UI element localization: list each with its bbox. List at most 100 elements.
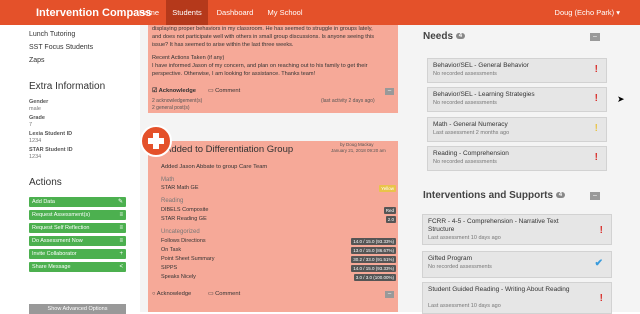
- group-link-lunch-tutoring[interactable]: Lunch Tutoring: [29, 31, 75, 38]
- share-message-button[interactable]: Share Message <: [29, 262, 126, 272]
- check-icon: ✔: [594, 258, 603, 269]
- field-value: 1234: [29, 154, 42, 160]
- need-title: Reading - Comprehension: [433, 150, 509, 157]
- field-value: male: [29, 106, 41, 112]
- top-navbar: Intervention Compass Home Students Dashb…: [0, 0, 640, 25]
- intervention-status: Last assessment 10 days ago: [428, 235, 501, 241]
- ack-count: 2 acknowledgement(s): [152, 98, 203, 104]
- right-sidebar: Needs 4 – Behavior/SEL - General Behavio…: [405, 25, 640, 314]
- check-icon: ☑: [152, 88, 159, 94]
- nav-dashboard[interactable]: Dashboard: [210, 0, 260, 25]
- action-label: Request Assessment(s): [32, 212, 91, 218]
- score-badge: 30.2 / 33.0 (91.51%): [351, 256, 396, 263]
- action-label: Share Message: [32, 264, 71, 270]
- score-badge: 14.0 / 15.0 (93.33%): [351, 238, 396, 245]
- intervention-title: Gifted Program: [428, 255, 473, 262]
- field-value: 7: [29, 122, 33, 128]
- need-status: No recorded assessments: [433, 100, 497, 106]
- field-label: Gender: [29, 99, 49, 105]
- concern-post-card: displaying proper behaviors in my classr…: [148, 25, 398, 113]
- group-link-sst-focus[interactable]: SST Focus Students: [29, 44, 93, 51]
- field-label: Grade: [29, 115, 45, 121]
- section-math: Math: [161, 177, 175, 183]
- alert-icon: !: [599, 293, 603, 304]
- section-reading: Reading: [161, 198, 184, 204]
- score-row: Follows Directions 14.0 / 15.0 (93.33%): [161, 238, 396, 246]
- need-status: Last assessment 2 months ago: [433, 130, 510, 136]
- score-badge: 3.0 / 3.0 (100.00%): [353, 274, 396, 281]
- action-label: Request Self Reflection: [32, 225, 90, 231]
- post-body-line: Recent Actions Taken (if any): [152, 55, 225, 61]
- comment-button[interactable]: ▭ Comment: [208, 291, 240, 297]
- need-item[interactable]: Behavior/SEL - General Behavior No recor…: [427, 58, 607, 83]
- acknowledge-label: Acknowledge: [156, 291, 192, 297]
- nav-my-school[interactable]: My School: [262, 0, 308, 25]
- collapse-button[interactable]: –: [385, 88, 394, 95]
- list-icon: ≡: [119, 212, 123, 218]
- action-label: Add Data: [32, 199, 55, 205]
- post-body-line: perspective. Otherwise, I am looking for…: [152, 71, 316, 77]
- score-name: Follows Directions: [161, 238, 206, 244]
- collapse-interventions-button[interactable]: –: [590, 192, 600, 200]
- comment-label: Comment: [215, 291, 241, 297]
- post-body-line: I have informed Jason of my concern, and…: [152, 63, 368, 69]
- extra-info-heading: Extra Information: [29, 81, 106, 92]
- nav-students[interactable]: Students: [166, 0, 208, 25]
- needs-count: 4: [455, 33, 466, 40]
- needs-title: Needs: [423, 31, 454, 42]
- left-sidebar: Lunch Tutoring SST Focus Students Zaps E…: [0, 25, 140, 312]
- need-status: No recorded assessments: [433, 159, 497, 165]
- collapse-needs-button[interactable]: –: [590, 33, 600, 41]
- comment-label: Comment: [215, 88, 241, 94]
- acknowledge-button[interactable]: ☑ Acknowledge: [152, 88, 196, 94]
- show-advanced-options-button[interactable]: Show Advanced Options: [29, 304, 126, 314]
- intervention-item[interactable]: Gifted Program No recorded assessments ✔: [422, 251, 612, 278]
- warning-icon: !: [594, 123, 598, 134]
- score-badge: 2.0: [385, 216, 396, 223]
- last-activity: (last activity 2 days ago): [321, 98, 375, 104]
- field-label: Lexia Student ID: [29, 131, 73, 137]
- event-author: by Doug Mackay: [340, 142, 374, 147]
- need-item[interactable]: Math - General Numeracy Last assessment …: [427, 117, 607, 142]
- acknowledge-button[interactable]: ○ Acknowledge: [152, 291, 191, 297]
- alert-icon: !: [594, 93, 598, 104]
- post-body-line: issue? It has seemed to arise within the…: [152, 42, 294, 48]
- share-icon: <: [119, 264, 123, 270]
- need-item[interactable]: Reading - Comprehension No recorded asse…: [427, 146, 607, 171]
- group-link-zaps[interactable]: Zaps: [29, 57, 45, 64]
- collapse-button[interactable]: –: [385, 291, 394, 298]
- invite-collaborator-button[interactable]: Invite Collaborator +: [29, 249, 126, 259]
- do-assessment-now-button[interactable]: Do Assessment Now ≡: [29, 236, 126, 246]
- request-self-reflection-button[interactable]: Request Self Reflection ≡: [29, 223, 126, 233]
- score-name: SIPPS: [161, 265, 178, 271]
- intervention-status: No recorded assessments: [428, 264, 492, 270]
- nav-home[interactable]: Home: [133, 0, 165, 25]
- action-label: Do Assessment Now: [32, 238, 83, 244]
- score-row: DIBELS Composite Red: [161, 207, 396, 215]
- intervention-item[interactable]: Student Guided Reading - Writing About R…: [422, 282, 612, 314]
- score-row: STAR Math GE Yellow: [161, 185, 396, 193]
- score-badge: 14.0 / 15.0 (93.33%): [351, 265, 396, 272]
- need-title: Behavior/SEL - General Behavior: [433, 62, 529, 69]
- intervention-title: Student Guided Reading - Writing About R…: [428, 286, 570, 293]
- score-name: STAR Reading GE: [161, 216, 207, 222]
- section-uncategorized: Uncategorized: [161, 229, 200, 235]
- score-row: Point Sheet Summary 30.2 / 33.0 (91.51%): [161, 256, 396, 264]
- alert-icon: !: [594, 152, 598, 163]
- need-title: Math - General Numeracy: [433, 121, 508, 128]
- acknowledge-label: Acknowledge: [158, 88, 196, 94]
- mouse-cursor-icon: ➤: [617, 94, 625, 104]
- request-assessment-button[interactable]: Request Assessment(s) ≡: [29, 210, 126, 220]
- score-row: Speaks Nicely 3.0 / 3.0 (100.00%): [161, 274, 396, 282]
- post-body-line: displaying proper behaviors in my classr…: [152, 26, 373, 32]
- action-label: Invite Collaborator: [32, 251, 77, 257]
- add-data-button[interactable]: Add Data ✎: [29, 197, 126, 207]
- user-menu[interactable]: Doug (Echo Park) ▾: [555, 0, 620, 25]
- group-event-card: Added to Differentiation Group by Doug M…: [148, 141, 398, 312]
- event-description: Added Jason Abbate to group Care Team: [161, 164, 268, 170]
- list-icon: ≡: [119, 238, 123, 244]
- score-name: On Task: [161, 247, 182, 253]
- comment-button[interactable]: ▭ Comment: [208, 88, 240, 94]
- need-item[interactable]: Behavior/SEL - Learning Strategies No re…: [427, 87, 607, 112]
- intervention-item[interactable]: FCRR - 4-5 - Comprehension - Narrative T…: [422, 214, 612, 245]
